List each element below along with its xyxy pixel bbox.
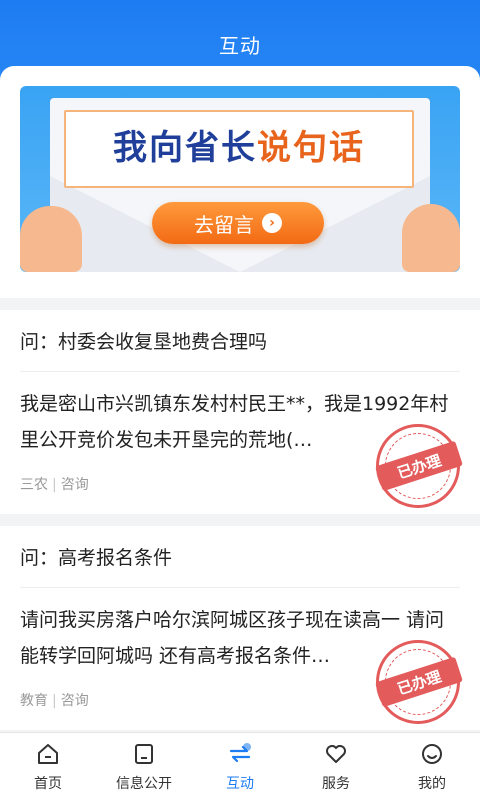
page-title: 互动 <box>219 34 261 58</box>
question-title: 问：高考报名条件 <box>20 526 460 588</box>
question-card[interactable]: 问：高考报名条件 请问我买房落户哈尔滨阿城区孩子现在读高一 请问能转学回阿城吗 … <box>0 526 480 730</box>
banner-card: 我向省长说句话 去留言 › <box>0 66 480 298</box>
tab-label: 互动 <box>226 775 254 792</box>
heart-icon <box>323 741 349 767</box>
tab-services[interactable]: 服务 <box>288 733 384 800</box>
governor-message-banner[interactable]: 我向省长说句话 去留言 › <box>20 86 460 272</box>
question-category: 三农 <box>20 477 48 493</box>
slogan-part2: 说句话 <box>257 128 365 168</box>
question-category: 教育 <box>20 693 48 709</box>
bottom-tab-bar: 首页 信息公开 互动 服务 我的 <box>0 732 480 800</box>
document-icon <box>131 741 157 767</box>
tab-interaction[interactable]: 互动 <box>192 733 288 800</box>
question-type: 咨询 <box>60 693 89 709</box>
right-hand-illustration <box>402 204 460 272</box>
processed-stamp: 已办理 <box>375 424 463 508</box>
main-content: 我向省长说句话 去留言 › 问：村委会收复垦地费合理吗 我是密山市兴凯镇东发村村… <box>0 66 480 730</box>
banner-slogan: 我向省长说句话 <box>64 120 414 169</box>
tab-label: 我的 <box>418 775 446 792</box>
tab-label: 信息公开 <box>116 775 172 792</box>
leave-message-button[interactable]: 去留言 › <box>152 202 324 244</box>
leave-message-label: 去留言 <box>194 212 254 237</box>
tab-profile[interactable]: 我的 <box>384 733 480 800</box>
home-icon <box>35 741 61 767</box>
question-title: 问：村委会收复垦地费合理吗 <box>20 310 460 372</box>
profile-icon <box>419 741 445 767</box>
slogan-part1: 我向省长 <box>113 128 257 168</box>
chevron-right-icon: › <box>262 213 282 233</box>
question-type: 咨询 <box>60 477 89 493</box>
question-card[interactable]: 问：村委会收复垦地费合理吗 我是密山市兴凯镇东发村村民王**，我是1992年村里… <box>0 310 480 514</box>
tab-label: 首页 <box>34 775 62 792</box>
processed-stamp: 已办理 <box>375 640 463 724</box>
interaction-icon <box>227 741 253 767</box>
left-hand-illustration <box>20 206 82 272</box>
tab-home[interactable]: 首页 <box>0 733 96 800</box>
tab-info-disclosure[interactable]: 信息公开 <box>96 733 192 800</box>
tab-label: 服务 <box>322 775 350 792</box>
